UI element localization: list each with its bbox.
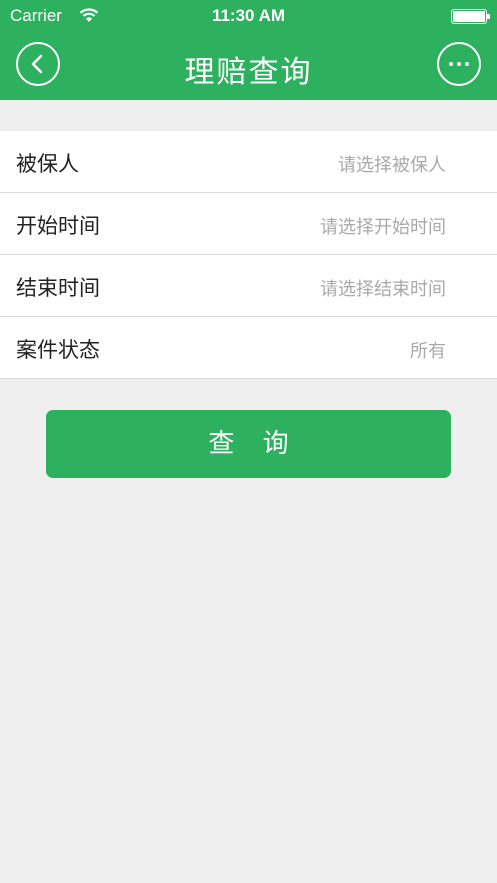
header: Carrier 11:30 AM 理赔查询 xyxy=(0,0,497,100)
end-time-placeholder: 请选择结束时间 xyxy=(320,279,446,300)
insured-person-placeholder: 请选择被保人 xyxy=(338,155,446,176)
start-time-row[interactable]: 开始时间 请选择开始时间 xyxy=(0,193,497,255)
end-time-label: 结束时间 xyxy=(16,276,100,300)
case-status-row[interactable]: 案件状态 所有 xyxy=(0,317,497,379)
navigation-bar: 理赔查询 xyxy=(0,34,497,100)
start-time-placeholder: 请选择开始时间 xyxy=(320,217,446,238)
case-status-label: 案件状态 xyxy=(16,338,100,362)
more-button[interactable] xyxy=(437,42,481,86)
status-bar: Carrier 11:30 AM xyxy=(0,0,497,34)
battery-icon xyxy=(451,9,490,24)
more-horizontal-icon xyxy=(449,62,469,66)
insured-person-label: 被保人 xyxy=(16,152,79,176)
start-time-label: 开始时间 xyxy=(16,214,100,238)
insured-person-row[interactable]: 被保人 请选择被保人 xyxy=(0,131,497,193)
page-title: 理赔查询 xyxy=(184,55,313,90)
query-form: 被保人 请选择被保人 开始时间 请选择开始时间 结束时间 请选择结束时间 案件状… xyxy=(0,131,497,379)
case-status-value: 所有 xyxy=(410,341,446,362)
clock: 11:30 AM xyxy=(211,6,286,25)
query-button[interactable]: 查 询 xyxy=(46,410,451,478)
end-time-row[interactable]: 结束时间 请选择结束时间 xyxy=(0,255,497,317)
